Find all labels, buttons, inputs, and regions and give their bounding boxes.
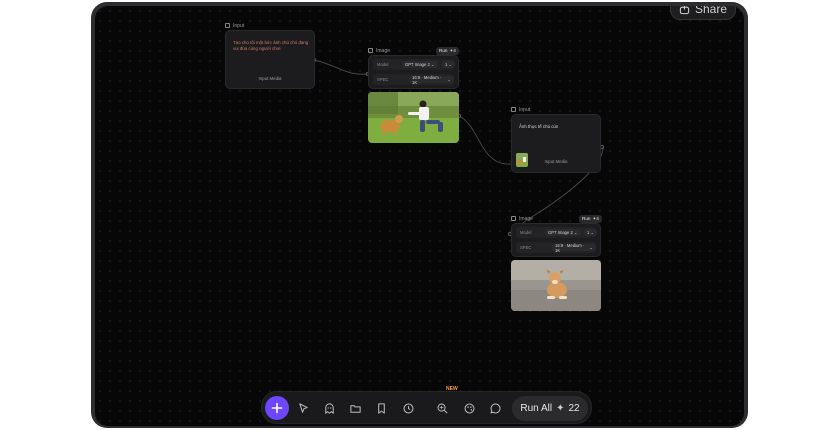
spec-row: SPEC 16:9 · Medium · 1K ⌄ [516, 242, 596, 253]
image-node-icon [511, 216, 516, 221]
credit-icon: ✦ [556, 403, 565, 414]
palette-icon [464, 403, 474, 413]
wire-input1-image1 [313, 59, 370, 75]
history-icon [403, 403, 413, 413]
input-node-icon [511, 107, 516, 112]
image-node-1-header: Image [368, 47, 390, 54]
bottom-toolbar: Run All ✦ 22 [261, 391, 592, 424]
chat-bubble-icon [490, 403, 500, 413]
plus-icon [271, 402, 283, 414]
chat-button[interactable] [487, 400, 503, 416]
run-all-label: Run All [520, 403, 553, 414]
image-node-2-output-photo[interactable] [511, 260, 601, 311]
node-type-label: Input [233, 22, 245, 29]
input-media-label[interactable]: Input Media [512, 159, 600, 164]
model-select[interactable]: GPT Image 2 ⌄ [545, 229, 581, 236]
image-node-2-header: Image [511, 215, 533, 222]
input-prompt-text[interactable]: Ảnh thực tế chú cún [519, 124, 595, 130]
add-node-button[interactable] [265, 396, 289, 420]
cursor-icon [298, 402, 308, 413]
spec-select[interactable]: 16:9 · Medium · 1K ⌄ [409, 75, 454, 85]
input-media-label[interactable]: Input Media [226, 76, 314, 81]
bookmark-button[interactable] [373, 400, 389, 416]
wire-image1-input2 [458, 115, 512, 165]
model-row: Model GPT Image 2 ⌄ 1 ⌄ [516, 227, 598, 238]
select-tool-button[interactable] [295, 400, 311, 416]
input-node-2-header: Input [511, 106, 530, 113]
folder-button[interactable] [347, 400, 363, 416]
ghost-icon [324, 402, 334, 414]
share-label: Share [694, 6, 727, 16]
spec-row: SPEC 16:9 · Medium · 1K ⌄ [373, 74, 454, 85]
count-select[interactable]: 1 ⌄ [442, 61, 456, 68]
run-all-cost: 22 [568, 403, 580, 414]
model-select[interactable]: GPT Image 2 ⌄ [402, 61, 438, 68]
spec-select[interactable]: 16:9 · Medium · 1K ⌄ [552, 243, 596, 253]
image-node-2-settings: Model GPT Image 2 ⌄ 1 ⌄ SPEC 16:9 · Medi… [511, 223, 601, 257]
assistant-button[interactable] [321, 400, 337, 416]
history-button[interactable] [400, 400, 416, 416]
image-node-1-settings: Model GPT Image 2 ⌄ 1 ⌄ SPEC 16:9 · Medi… [368, 55, 459, 89]
node-type-label: Input [519, 106, 531, 113]
input-node-1[interactable]: Tạo cho tôi một bức ảnh chú chó đang vui… [225, 30, 315, 89]
node-type-label: Image [519, 215, 533, 222]
palette-button[interactable] [461, 400, 477, 416]
share-icon [679, 6, 690, 14]
count-select[interactable]: 1 ⌄ [584, 229, 598, 236]
folder-icon [349, 404, 361, 413]
image-node-1-output-photo[interactable] [368, 92, 459, 143]
input-node-2[interactable]: Ảnh thực tế chú cún Input Media [511, 114, 601, 173]
input-node-1-header: Input [225, 22, 244, 29]
ai-search-button[interactable] [434, 400, 450, 416]
model-row: Model GPT Image 2 ⌄ 1 ⌄ [373, 59, 456, 70]
image-node-2-run-button[interactable]: Run ✦4 [579, 215, 602, 223]
bookmark-icon [377, 402, 385, 414]
node-type-label: Image [376, 47, 390, 54]
share-button[interactable]: Share [669, 6, 736, 20]
input-node-icon [225, 23, 230, 28]
new-badge: NEW [446, 386, 458, 392]
image-node-1-run-button[interactable]: Run ✦4 [436, 47, 459, 55]
run-all-button[interactable]: Run All ✦ 22 [512, 396, 588, 421]
input-prompt-text[interactable]: Tạo cho tôi một bức ảnh chú chó đang vui… [233, 40, 309, 52]
image-node-icon [368, 48, 373, 53]
workflow-canvas[interactable]: Share Input Tạo cho tôi một bức ảnh chú … [95, 6, 744, 426]
sparkle-search-icon [437, 403, 448, 414]
